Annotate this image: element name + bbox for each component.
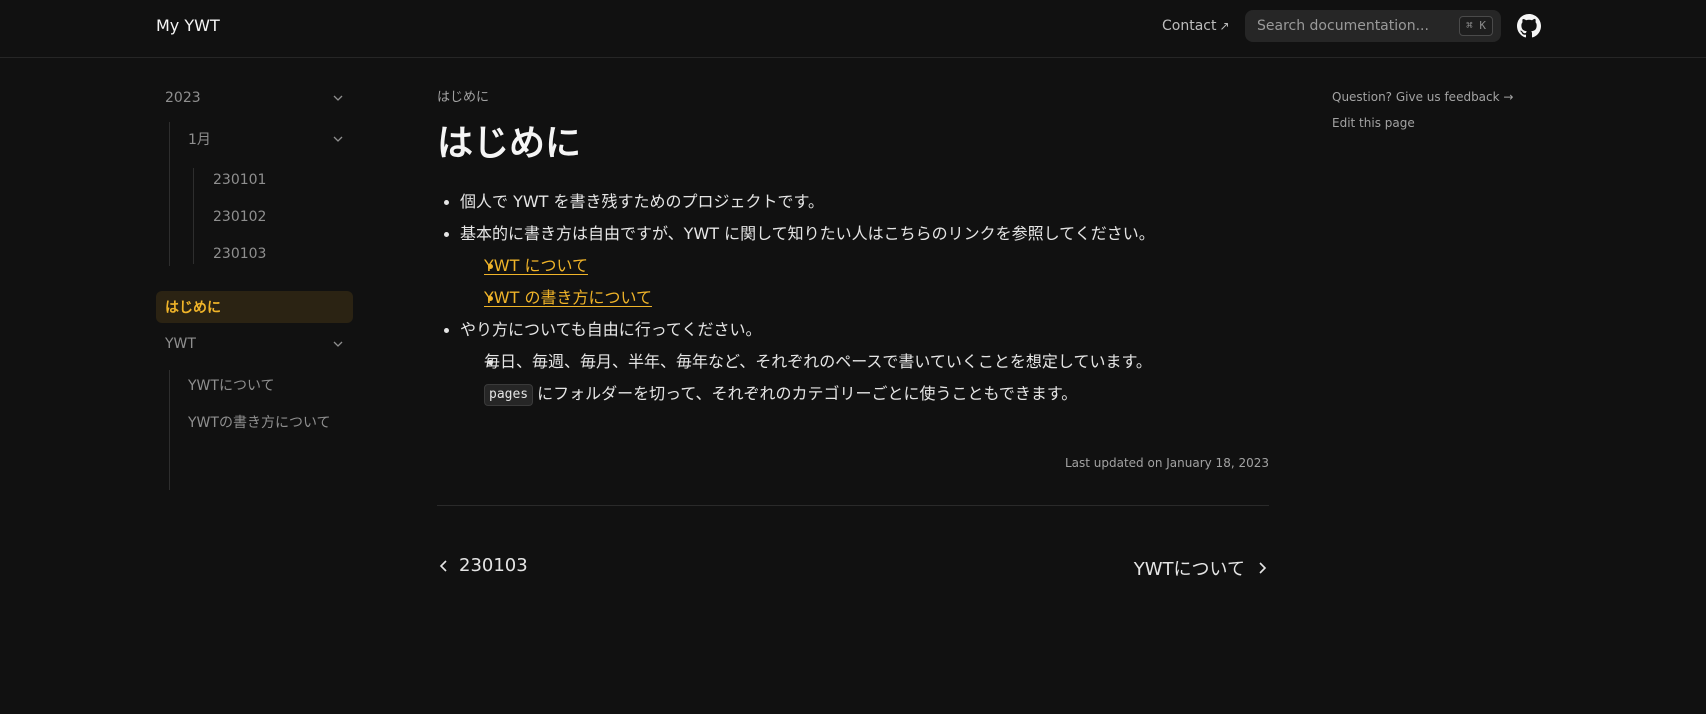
sidebar-item-label: 230103 [213, 246, 267, 262]
contact-label: Contact [1162, 18, 1217, 34]
sidebar-item-230103[interactable]: 230103 [204, 238, 354, 270]
prev-page-label: 230103 [459, 555, 528, 576]
bullet [444, 200, 449, 205]
list-item-text: にフォルダーを切って、それぞれのカテゴリーごとに使うこともできます。 [537, 384, 1078, 403]
sidebar-item-label: 230101 [213, 172, 267, 188]
sidebar-item-ywt-about[interactable]: YWTについて [180, 369, 354, 401]
bullet [444, 328, 449, 333]
sidebar-item-introduction[interactable]: はじめに [156, 291, 353, 323]
sidebar-item-label: はじめに [165, 300, 221, 316]
next-page-link[interactable]: YWTについて [1134, 555, 1269, 581]
link-ywt-howto[interactable]: YWT の書き方について [484, 288, 652, 307]
list-item: YWT について [484, 254, 588, 278]
sidebar-group-2023[interactable]: 2023 [156, 82, 354, 114]
search-box[interactable]: ⌘ K [1245, 10, 1501, 42]
sidebar-group-ywt[interactable]: YWT [156, 328, 354, 360]
list-item: 基本的に書き方は自由ですが、YWT に関して知りたい人はこちらのリンクを参照して… [460, 224, 1155, 243]
tree-guide-line [193, 168, 194, 264]
external-arrow-icon: ↗ [1219, 19, 1230, 33]
sidebar-item-ywt-howto[interactable]: YWTの書き方について [180, 406, 354, 438]
prev-page-link[interactable]: 230103 [437, 555, 528, 576]
bullet [444, 232, 449, 237]
edit-page-link[interactable]: Edit this page [1332, 116, 1415, 130]
site-logo[interactable]: My YWT [156, 16, 220, 35]
sidebar-item-230102[interactable]: 230102 [204, 201, 354, 233]
list-item: 毎日、毎週、毎月、半年、毎年など、それぞれのペースで書いていくことを想定していま… [484, 352, 1152, 371]
page-title: はじめに [437, 123, 582, 164]
chevron-left-icon [439, 559, 447, 572]
search-shortcut-badge: ⌘ K [1459, 16, 1493, 36]
chevron-down-icon [333, 95, 343, 101]
list-item: 個人で YWT を書き残すためのプロジェクトです。 [460, 192, 824, 211]
chevron-right-icon [1259, 562, 1267, 574]
sidebar-group-label: YWT [165, 336, 196, 352]
contact-link[interactable]: Contact ↗ [1162, 18, 1230, 34]
chevron-down-icon [333, 136, 343, 142]
list-item: やり方についても自由に行ってください。 [460, 320, 762, 339]
sidebar-item-230101[interactable]: 230101 [204, 164, 354, 196]
breadcrumb: はじめに [437, 90, 490, 105]
chevron-down-icon [333, 341, 343, 347]
github-icon[interactable] [1517, 14, 1541, 38]
sidebar-item-label: YWTについて [188, 378, 275, 394]
list-item: YWT の書き方について [484, 286, 652, 310]
tree-guide-line [169, 122, 170, 266]
list-item: pages にフォルダーを切って、それぞれのカテゴリーごとに使うこともできます。 [484, 382, 1077, 406]
link-ywt-about[interactable]: YWT について [484, 256, 588, 275]
inline-code: pages [484, 383, 534, 406]
feedback-link[interactable]: Question? Give us feedback → [1332, 90, 1513, 104]
next-page-label: YWTについて [1133, 559, 1245, 580]
sidebar-item-label: 230102 [213, 209, 267, 225]
divider [437, 505, 1269, 506]
sidebar-group-label: 2023 [165, 90, 201, 106]
sidebar-group-label: 1月 [188, 132, 211, 148]
last-updated: Last updated on January 18, 2023 [1064, 456, 1269, 470]
sidebar-item-label: YWTの書き方について [188, 415, 331, 431]
tree-guide-line [169, 370, 170, 490]
top-navbar: My YWT Contact↗ ⌘ K [0, 0, 1706, 58]
sidebar-group-january[interactable]: 1月 [180, 123, 354, 155]
